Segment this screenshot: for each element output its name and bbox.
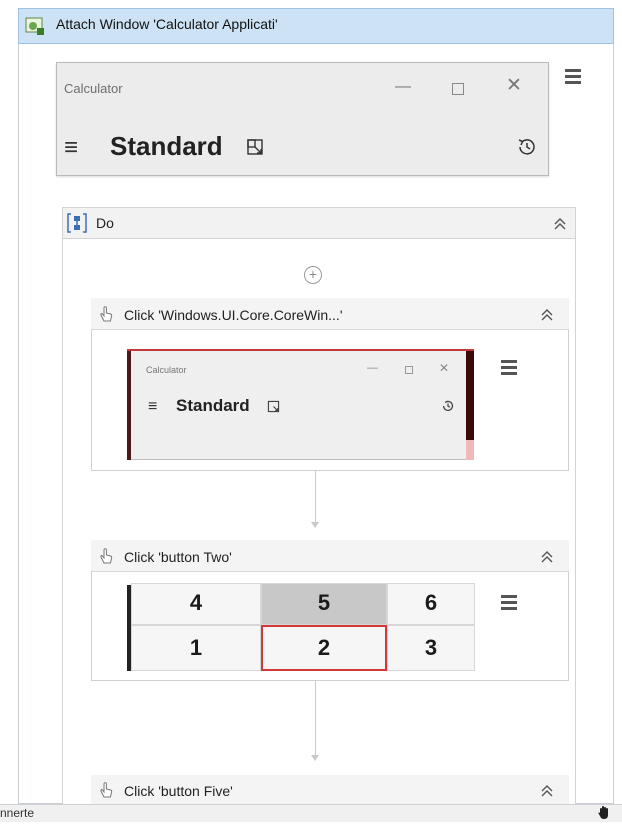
keypad-key: 5 xyxy=(261,583,387,625)
do-sequence-title: Do xyxy=(96,215,114,231)
click-hand-icon xyxy=(97,547,115,565)
screenshot-border xyxy=(466,440,474,460)
minimize-icon: — xyxy=(395,78,411,95)
hamburger-icon: ≡ xyxy=(64,134,79,161)
calculator-title: Calculator xyxy=(64,81,123,96)
flow-connector xyxy=(315,681,316,757)
flow-arrow-icon xyxy=(311,755,319,761)
collapse-icon[interactable] xyxy=(540,550,554,564)
maximize-icon xyxy=(452,83,464,95)
keypad-key: 1 xyxy=(131,625,261,671)
add-activity-icon[interactable]: + xyxy=(304,266,322,284)
properties-menu-button[interactable] xyxy=(563,66,583,88)
click-hand-icon xyxy=(97,305,115,323)
collapse-icon[interactable] xyxy=(553,217,567,231)
collapse-icon[interactable] xyxy=(540,308,554,322)
do-sequence-header[interactable] xyxy=(62,207,576,239)
history-icon xyxy=(516,136,538,158)
calculator-mode-label: Standard xyxy=(176,396,250,415)
calculator-mode-label: Standard xyxy=(110,131,223,161)
do-sequence-container xyxy=(62,207,576,805)
keypad-screenshot: 4 5 6 1 2 3 xyxy=(127,583,475,671)
attach-window-icon xyxy=(25,16,45,36)
properties-menu-button[interactable] xyxy=(499,357,519,379)
close-icon: ✕ xyxy=(439,361,450,375)
screenshot-border xyxy=(127,349,131,460)
keep-on-top-icon xyxy=(267,400,280,413)
properties-menu-button[interactable] xyxy=(499,592,519,614)
flow-arrow-icon xyxy=(311,522,319,528)
history-icon xyxy=(441,399,455,413)
keypad-key: 6 xyxy=(387,583,475,625)
collapse-icon[interactable] xyxy=(540,784,554,798)
click-activity-title: Click 'Windows.UI.Core.CoreWin...' xyxy=(124,307,343,323)
maximize-icon xyxy=(405,366,413,374)
attach-window-title: Attach Window 'Calculator Applicati' xyxy=(56,16,278,32)
sequence-icon xyxy=(67,212,87,234)
click-activity-title: Click 'button Five' xyxy=(124,783,233,799)
click-activity-title: Click 'button Two' xyxy=(124,549,232,565)
calculator-title: Calculator xyxy=(146,365,187,375)
close-icon: ✕ xyxy=(506,75,522,96)
click-hand-icon xyxy=(97,781,115,799)
keep-on-top-icon xyxy=(246,138,264,156)
pan-hand-icon[interactable] xyxy=(596,804,612,820)
keypad-key: 3 xyxy=(387,625,475,671)
selection-highlight xyxy=(127,349,474,351)
hamburger-icon: ≡ xyxy=(148,398,158,415)
status-text: nnerte xyxy=(0,806,35,820)
selected-key: 2 xyxy=(261,625,387,671)
flow-connector xyxy=(315,471,316,525)
keypad-key: 4 xyxy=(131,583,261,625)
status-bar xyxy=(0,804,622,822)
minimize-icon: — xyxy=(367,362,378,374)
